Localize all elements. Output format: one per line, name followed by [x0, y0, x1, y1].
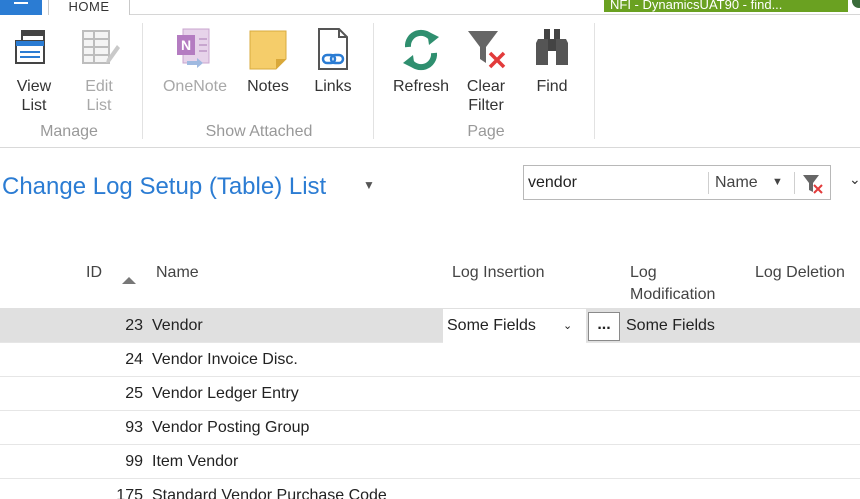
- cell-name[interactable]: Item Vendor: [152, 453, 238, 471]
- links-icon: [318, 28, 348, 70]
- chevron-down-icon[interactable]: ⌄: [849, 171, 860, 188]
- svg-text:N: N: [181, 37, 191, 53]
- column-header-name[interactable]: Name: [156, 262, 199, 284]
- search-divider: [794, 172, 795, 194]
- table-row[interactable]: 25 Vendor Ledger Entry: [0, 377, 860, 411]
- cell-id: 24: [125, 351, 143, 368]
- view-list-label: View List: [16, 78, 52, 114]
- clear-filter-icon[interactable]: [800, 172, 826, 196]
- table-row[interactable]: 175 Standard Vendor Purchase Code: [0, 479, 860, 499]
- title-menu-caret-icon[interactable]: ▼: [363, 178, 375, 192]
- tab-home[interactable]: HOME: [48, 0, 130, 15]
- table-row[interactable]: 99 Item Vendor: [0, 445, 860, 479]
- search-box: Name ▼: [523, 165, 831, 200]
- cell-id: 25: [125, 385, 143, 402]
- clear-filter-icon: [468, 31, 506, 69]
- table-row[interactable]: 23 Vendor Some Fields ⌄ ... Some Fields: [0, 309, 860, 343]
- cell-name[interactable]: Vendor: [152, 317, 203, 335]
- cell-name[interactable]: Vendor Posting Group: [152, 419, 309, 437]
- cell-id: 175: [116, 487, 143, 499]
- refresh-icon: [403, 29, 439, 71]
- group-separator: [373, 23, 374, 139]
- notes-label: Notes: [247, 78, 289, 95]
- onenote-icon: N: [177, 28, 210, 68]
- column-header-log-modification[interactable]: Log Modification: [630, 262, 715, 306]
- user-icon[interactable]: [852, 0, 860, 8]
- links-label: Links: [314, 78, 352, 95]
- cell-log-modification[interactable]: Some Fields: [626, 317, 715, 335]
- group-separator: [142, 23, 143, 139]
- clear-filter-label: Clear Filter: [466, 78, 506, 114]
- onenote-label: OneNote: [162, 78, 228, 95]
- cell-name[interactable]: Standard Vendor Purchase Code: [152, 487, 387, 499]
- group-label-manage: Manage: [40, 123, 98, 140]
- back-arrow-icon: [14, 2, 28, 4]
- chevron-down-icon[interactable]: ⌄: [563, 319, 572, 332]
- search-field-selector[interactable]: Name: [715, 174, 758, 192]
- table-row[interactable]: 93 Vendor Posting Group: [0, 411, 860, 445]
- find-button[interactable]: Find: [528, 25, 576, 96]
- cell-id: 99: [125, 453, 143, 470]
- search-divider: [708, 172, 709, 194]
- ribbon: View List Edit List N OneNote Notes Link…: [0, 15, 860, 148]
- find-label: Find: [536, 78, 568, 95]
- cell-name[interactable]: Vendor Ledger Entry: [152, 385, 299, 403]
- cell-id: 23: [125, 317, 143, 334]
- edit-list-button[interactable]: Edit List: [72, 25, 126, 115]
- edit-list-icon: [82, 30, 120, 64]
- log-insertion-value: Some Fields: [447, 317, 536, 334]
- lookup-button[interactable]: ...: [588, 312, 620, 341]
- chevron-down-icon[interactable]: ▼: [772, 176, 783, 188]
- group-label-show-attached: Show Attached: [205, 123, 313, 140]
- company-badge[interactable]: NFI - DynamicsUAT90 - find...: [604, 0, 848, 12]
- view-list-icon: [15, 30, 45, 64]
- group-label-page: Page: [467, 123, 505, 140]
- clear-filter-button[interactable]: Clear Filter: [460, 25, 512, 115]
- sort-ascending-icon: [122, 277, 136, 284]
- refresh-label: Refresh: [392, 78, 450, 95]
- links-button[interactable]: Links: [308, 25, 358, 96]
- notes-button[interactable]: Notes: [242, 25, 294, 96]
- grid-header: ID Name Log Insertion Log Modification L…: [0, 255, 860, 309]
- top-strip: HOME NFI - DynamicsUAT90 - find...: [0, 0, 860, 15]
- cell-id: 93: [125, 419, 143, 436]
- search-input[interactable]: [524, 166, 706, 199]
- notes-icon: [249, 30, 287, 70]
- cell-name[interactable]: Vendor Invoice Disc.: [152, 351, 298, 369]
- edit-list-label: Edit List: [85, 78, 113, 114]
- binoculars-icon: [536, 29, 568, 65]
- column-header-id[interactable]: ID: [86, 262, 102, 284]
- view-list-button[interactable]: View List: [8, 25, 60, 115]
- refresh-button[interactable]: Refresh: [388, 25, 454, 96]
- group-separator: [594, 23, 595, 139]
- log-insertion-select[interactable]: Some Fields ⌄: [443, 309, 586, 343]
- app-menu-button[interactable]: [0, 0, 42, 15]
- column-header-log-deletion[interactable]: Log Deletion: [755, 262, 845, 284]
- onenote-button[interactable]: N OneNote: [156, 25, 234, 96]
- column-header-log-insertion[interactable]: Log Insertion: [452, 262, 545, 284]
- page-title: Change Log Setup (Table) List: [2, 173, 327, 200]
- table-row[interactable]: 24 Vendor Invoice Disc.: [0, 343, 860, 377]
